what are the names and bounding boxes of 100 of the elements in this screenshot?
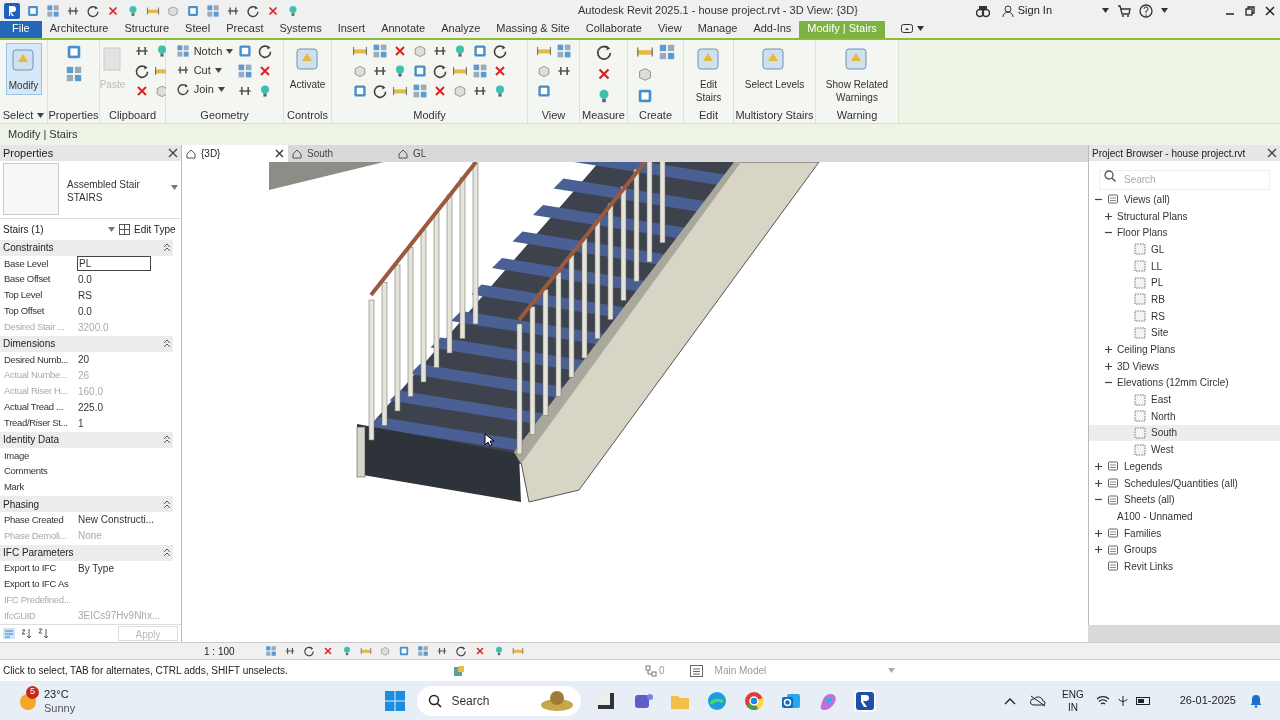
- tool-icon[interactable]: [535, 83, 552, 99]
- restore-icon[interactable]: [1244, 4, 1256, 17]
- revit-logo-icon[interactable]: [4, 2, 20, 19]
- cloud-off-icon[interactable]: [1030, 694, 1047, 707]
- grid-icon[interactable]: [416, 645, 429, 657]
- ribbon-button[interactable]: Activate: [287, 43, 328, 93]
- rotate-icon[interactable]: [594, 43, 613, 61]
- ruler-icon[interactable]: [359, 645, 372, 657]
- tool-icon[interactable]: [397, 645, 410, 657]
- ribbon-tab[interactable]: Massing & Site: [488, 19, 578, 38]
- edge-icon[interactable]: [705, 689, 728, 712]
- tree-item[interactable]: Families: [1089, 524, 1280, 542]
- taskbar-search-field[interactable]: Search: [417, 685, 581, 716]
- tree-item[interactable]: GL: [1089, 241, 1280, 258]
- ribbon-button[interactable]: Show Related Warnings: [820, 43, 894, 106]
- ribbon-button[interactable]: Cut: [175, 62, 234, 78]
- expand-icon[interactable]: [1095, 546, 1102, 554]
- tree-item[interactable]: A100 - Unnamed: [1089, 508, 1280, 525]
- battery-icon[interactable]: [1135, 695, 1152, 706]
- ruler-icon[interactable]: [511, 645, 524, 657]
- tree-item[interactable]: Structural Plans: [1089, 207, 1280, 225]
- tree-item[interactable]: 3D Views: [1089, 357, 1280, 375]
- close-icon[interactable]: [168, 148, 178, 158]
- collapse-icon[interactable]: [164, 549, 170, 557]
- taskbar-date[interactable]: 26-01-2025: [1179, 692, 1236, 709]
- collapse-icon[interactable]: [164, 340, 170, 348]
- ribbon-tab[interactable]: Structure: [116, 19, 178, 38]
- delete-icon[interactable]: [321, 645, 334, 657]
- collapse-icon[interactable]: [164, 500, 170, 508]
- expand-icon[interactable]: [1095, 479, 1102, 487]
- tree-item[interactable]: Views (all): [1089, 191, 1280, 208]
- tree-item[interactable]: Elevations (12mm Circle): [1089, 374, 1280, 392]
- tree-item[interactable]: PL: [1089, 274, 1280, 292]
- rotate-icon[interactable]: [491, 43, 508, 59]
- tree-item[interactable]: Groups: [1089, 541, 1280, 559]
- tree-item[interactable]: North: [1089, 407, 1280, 425]
- delete-icon[interactable]: [473, 645, 486, 657]
- rotate-icon[interactable]: [454, 645, 467, 657]
- binoculars-icon[interactable]: [975, 3, 990, 18]
- chrome-icon[interactable]: [742, 689, 765, 712]
- tree-item[interactable]: Sheets (all): [1089, 491, 1280, 509]
- ribbon-tab[interactable]: Annotate: [373, 19, 434, 38]
- grid-icon[interactable]: [64, 65, 83, 83]
- tree-item[interactable]: West: [1089, 441, 1280, 458]
- language-indicator[interactable]: ENG IN: [1062, 687, 1084, 714]
- tree-item[interactable]: Ceiling Plans: [1089, 341, 1280, 358]
- instance-filter-dropdown[interactable]: Stairs (1): [3, 221, 115, 237]
- ribbon-button[interactable]: Select Levels: [742, 43, 807, 93]
- rotate-icon[interactable]: [257, 43, 274, 59]
- tree-item[interactable]: Site: [1089, 324, 1280, 342]
- tree-item[interactable]: LL: [1089, 257, 1280, 275]
- grid-icon[interactable]: [264, 645, 277, 657]
- windows-start-icon[interactable]: [385, 690, 406, 711]
- tree-item[interactable]: Floor Plans: [1089, 224, 1280, 242]
- rotate-icon[interactable]: [431, 63, 448, 79]
- close-icon[interactable]: [1264, 4, 1276, 17]
- sort-ascending-icon[interactable]: [21, 628, 32, 639]
- sign-in-button[interactable]: Sign In: [997, 2, 1056, 19]
- document-tab[interactable]: {3D}: [182, 145, 288, 162]
- list-icon[interactable]: [689, 664, 703, 677]
- expand-icon[interactable]: [1105, 362, 1112, 370]
- grid-icon[interactable]: [657, 43, 676, 61]
- ribbon-button[interactable]: Notch: [175, 43, 234, 59]
- ribbon-tab[interactable]: Architecture: [41, 19, 117, 38]
- ribbon-tab[interactable]: Insert: [329, 19, 374, 38]
- wifi-icon[interactable]: [1095, 695, 1110, 706]
- tree-item[interactable]: East: [1089, 391, 1280, 408]
- revit-icon[interactable]: [853, 689, 876, 712]
- ribbon-tab[interactable]: View: [650, 19, 690, 38]
- property-field[interactable]: PL: [77, 256, 151, 272]
- worksets-icon[interactable]: [453, 664, 465, 677]
- ribbon-tab[interactable]: Precast: [218, 19, 272, 38]
- rotate-icon[interactable]: [371, 83, 388, 99]
- design-options-icon[interactable]: [645, 664, 657, 677]
- chevron-up-icon[interactable]: [1004, 696, 1017, 705]
- tool-icon[interactable]: [26, 3, 40, 18]
- view-scale[interactable]: 1 : 100: [204, 643, 235, 659]
- help-icon[interactable]: [1139, 3, 1153, 18]
- notification-bell-icon[interactable]: [1250, 693, 1262, 708]
- ribbon-tab[interactable]: Analyze: [433, 19, 489, 38]
- align-icon[interactable]: [435, 645, 448, 657]
- ribbon-button[interactable]: Join: [175, 81, 234, 97]
- rotate-icon[interactable]: [302, 645, 315, 657]
- tree-item[interactable]: RB: [1089, 291, 1280, 308]
- align-icon[interactable]: [283, 645, 296, 657]
- cart-icon[interactable]: [1117, 3, 1131, 18]
- ribbon-tab[interactable]: Systems: [271, 19, 330, 38]
- expand-icon[interactable]: [1095, 462, 1102, 470]
- expand-icon[interactable]: [1105, 346, 1112, 354]
- ribbon-tab[interactable]: Add-Ins: [745, 19, 800, 38]
- tree-item[interactable]: South: [1089, 424, 1280, 442]
- ribbon-tab[interactable]: Manage: [689, 19, 746, 38]
- expand-icon[interactable]: [1095, 529, 1102, 537]
- sort-descending-icon[interactable]: [38, 628, 49, 639]
- collapse-icon[interactable]: [164, 436, 170, 444]
- ribbon-tab[interactable]: Collaborate: [577, 19, 650, 38]
- grid-icon[interactable]: [206, 3, 220, 18]
- tree-item[interactable]: RS: [1089, 307, 1280, 325]
- type-selector[interactable]: Assembled Stair STAIRS: [0, 161, 181, 219]
- grid-icon[interactable]: [175, 44, 190, 58]
